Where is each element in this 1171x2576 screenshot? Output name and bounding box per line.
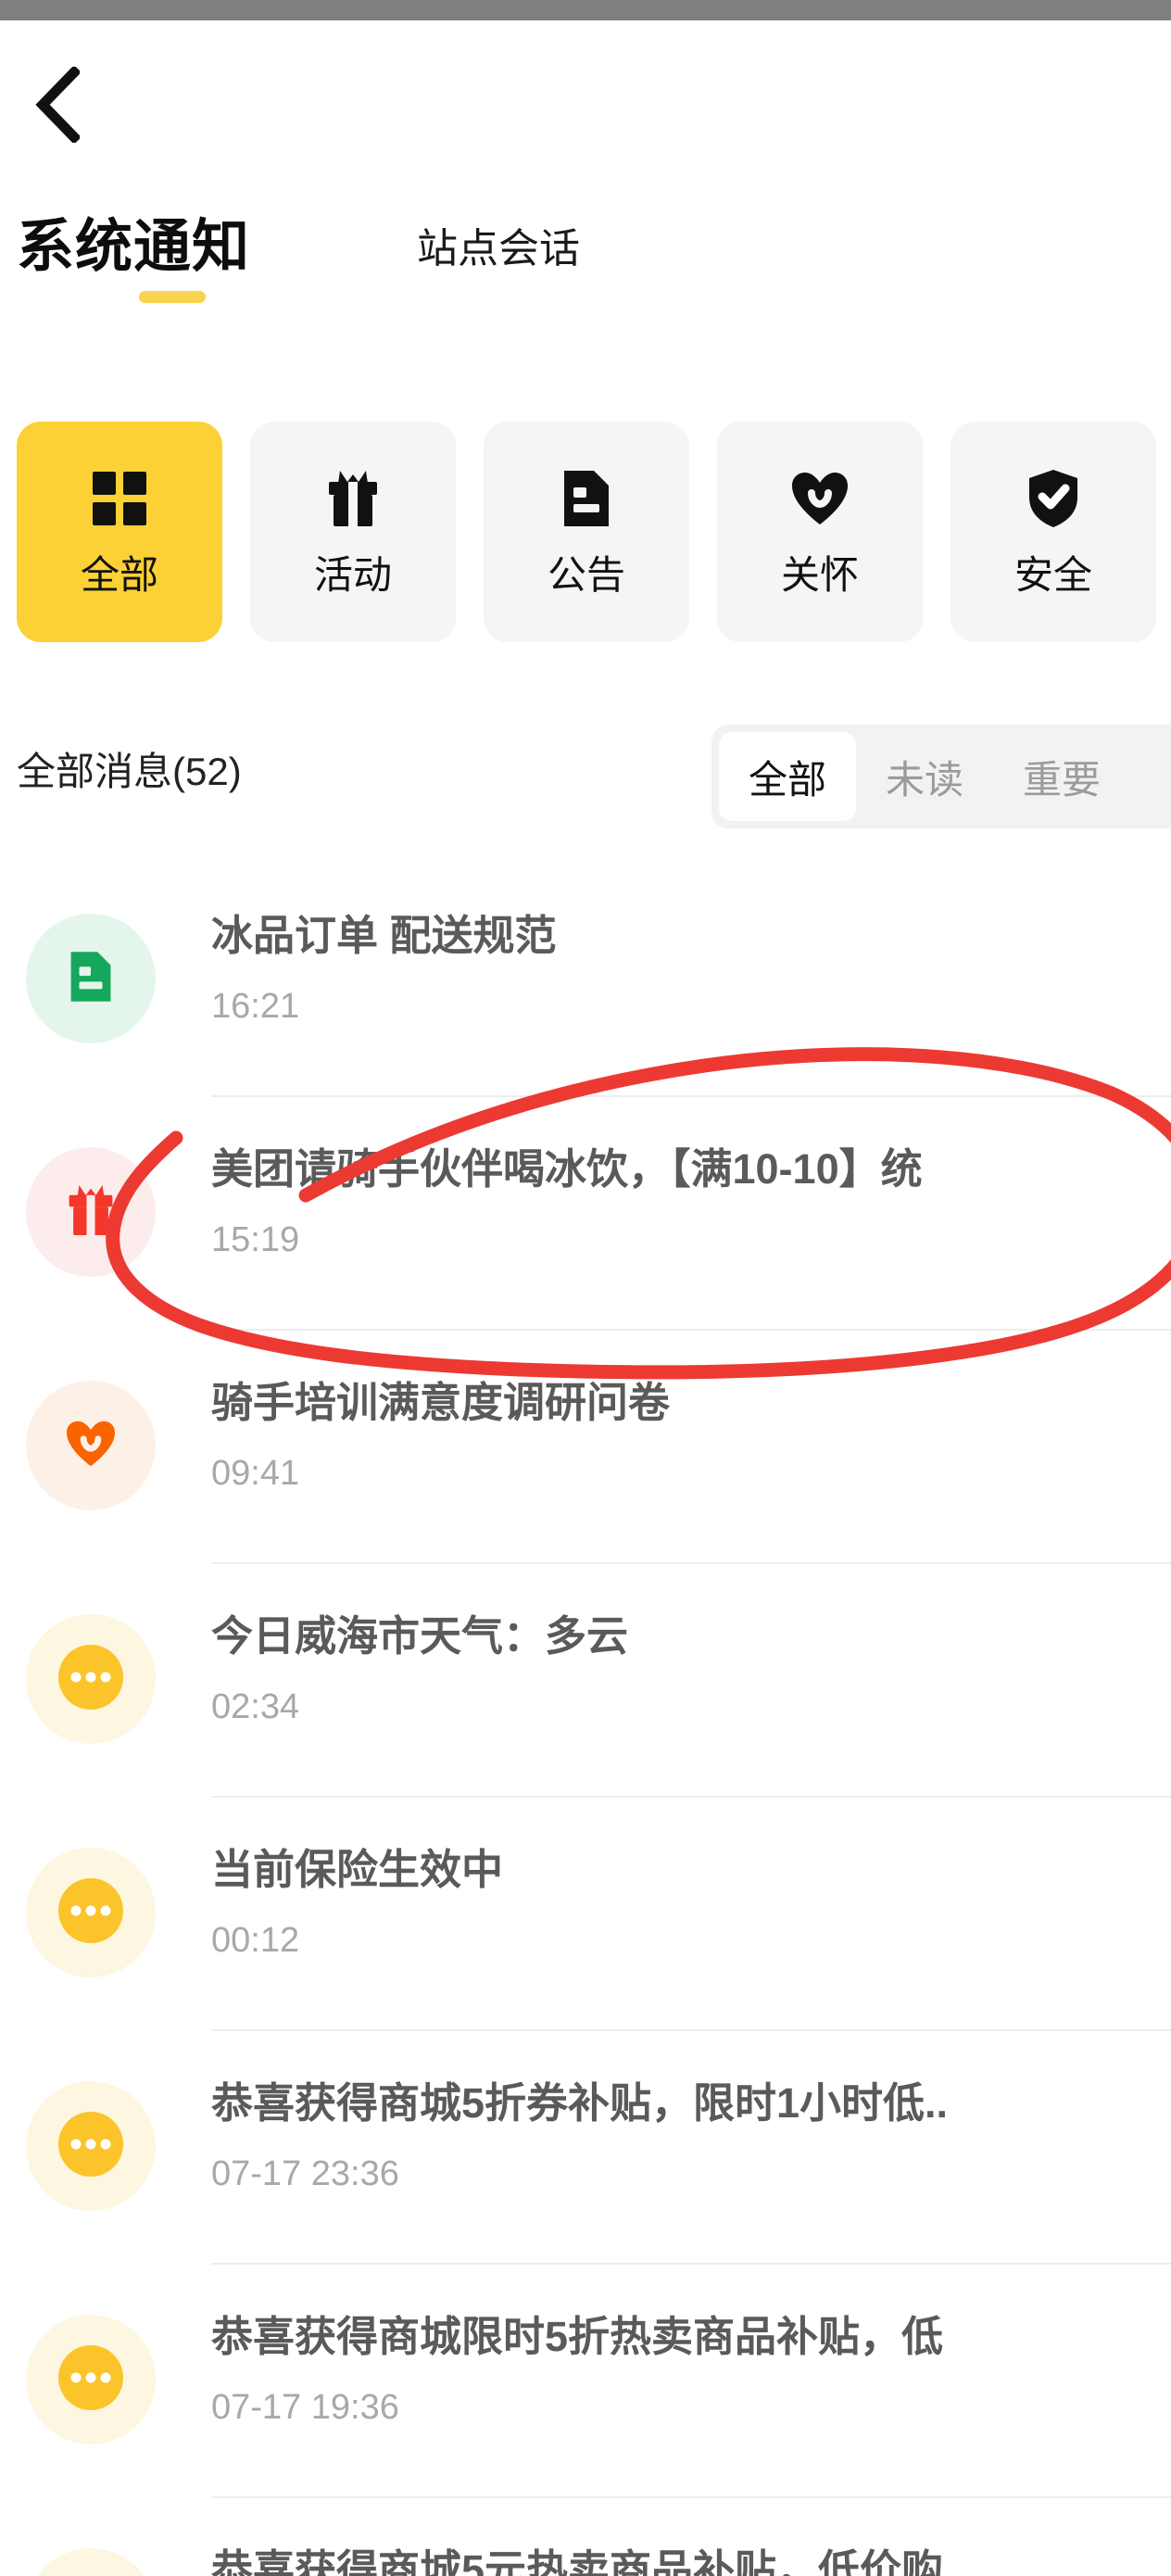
page-title[interactable]: 系统通知 (17, 211, 250, 284)
message-list: 冰品订单 配送规范 16:21 美团请骑手伙伴喝冰饮，【满10-10】统 15:… (0, 862, 1171, 2576)
row-divider (211, 2263, 1171, 2265)
heart-icon (65, 1420, 117, 1472)
list-item[interactable]: 冰品订单 配送规范 16:21 (0, 862, 1171, 1095)
avatar (26, 914, 156, 1043)
avatar (26, 1848, 156, 1977)
category-chip-all[interactable]: 全部 (17, 422, 222, 642)
category-chip-label: 安全 (1014, 553, 1092, 597)
notification-screen: 系统通知 站点会话 全部 活动 公告 关怀 安全 全部消息(52) 全部 未读 … (0, 0, 1171, 2576)
message-time: 00:12 (211, 1921, 300, 1960)
chevron-left-icon (33, 67, 80, 143)
avatar (26, 1381, 156, 1510)
list-item[interactable]: 恭喜获得商城5折券补贴，限时1小时低.. 07-17 23:36 (0, 2029, 1171, 2263)
avatar (26, 2548, 156, 2576)
ellipsis-circle-icon (57, 1643, 125, 1716)
row-divider (211, 2496, 1171, 2498)
row-divider (211, 1095, 1171, 1097)
back-button[interactable] (17, 65, 96, 145)
category-chip-label: 公告 (547, 553, 625, 597)
category-chip-activity[interactable]: 活动 (250, 422, 456, 642)
gift-icon (66, 1183, 116, 1242)
ellipsis-circle-icon (57, 1876, 125, 1950)
list-item[interactable]: 美团请骑手伙伴喝冰饮，【满10-10】统 15:19 (0, 1095, 1171, 1329)
category-chip-label: 全部 (80, 553, 158, 597)
list-item[interactable]: 恭喜获得商城限时5折热卖商品补贴，低 07-17 19:36 (0, 2263, 1171, 2496)
message-time: 09:41 (211, 1454, 300, 1493)
segment-important[interactable]: 重要 (993, 732, 1130, 821)
category-chip-security[interactable]: 安全 (951, 422, 1156, 642)
avatar (26, 1147, 156, 1277)
segment-all[interactable]: 全部 (719, 732, 857, 821)
list-item[interactable]: 骑手培训满意度调研问卷 09:41 (0, 1329, 1171, 1562)
row-divider (211, 1562, 1171, 1564)
avatar (26, 1614, 156, 1744)
message-title: 恭喜获得商城限时5折热卖商品补贴，低 (211, 2313, 944, 2360)
message-time: 15:19 (211, 1220, 300, 1259)
ellipsis-circle-icon (57, 2343, 125, 2417)
message-title: 恭喜获得商城5折券补贴，限时1小时低.. (211, 2079, 949, 2127)
category-chip-row[interactable]: 全部 活动 公告 关怀 安全 (0, 422, 1171, 644)
document-icon (68, 950, 114, 1008)
avatar (26, 2081, 156, 2211)
ellipsis-circle-icon (57, 2110, 125, 2183)
message-title: 今日威海市天气：多云 (211, 1612, 629, 1660)
message-time: 07-17 23:36 (211, 2154, 399, 2193)
segment-unread[interactable]: 未读 (856, 732, 993, 821)
list-item[interactable]: 恭喜获得商城5元热卖商品补贴，低价购 (0, 2496, 1171, 2576)
list-item[interactable]: 当前保险生效中 00:12 (0, 1796, 1171, 2029)
page-title-row: 系统通知 站点会话 (0, 211, 1171, 322)
message-title: 当前保险生效中 (211, 1846, 504, 1893)
navigation-bar (0, 20, 1171, 183)
system-status-bar (0, 0, 1171, 20)
filter-bar: 全部消息(52) 全部 未读 重要 (0, 713, 1171, 843)
page-title-underline (139, 291, 206, 303)
row-divider (211, 2029, 1171, 2031)
message-title: 骑手培训满意度调研问卷 (211, 1379, 671, 1426)
grid-icon (91, 465, 148, 532)
document-icon (560, 465, 612, 532)
read-state-segmented-control[interactable]: 全部 未读 重要 (711, 725, 1171, 828)
category-chip-care[interactable]: 关怀 (717, 422, 923, 642)
heart-icon (790, 465, 850, 532)
category-chip-announcement[interactable]: 公告 (484, 422, 689, 642)
avatar (26, 2315, 156, 2444)
category-chip-label: 关怀 (780, 553, 859, 597)
list-item[interactable]: 今日威海市天气：多云 02:34 (0, 1562, 1171, 1796)
message-title: 恭喜获得商城5元热卖商品补贴，低价购 (211, 2546, 944, 2576)
row-divider (211, 1796, 1171, 1798)
message-time: 07-17 19:36 (211, 2388, 399, 2427)
message-title: 冰品订单 配送规范 (211, 912, 557, 959)
row-divider (211, 1329, 1171, 1331)
category-chip-label: 活动 (313, 553, 392, 597)
message-time: 02:34 (211, 1687, 300, 1726)
message-count-label: 全部消息(52) (17, 750, 242, 793)
message-time: 16:21 (211, 987, 300, 1026)
shield-check-icon (1026, 465, 1080, 532)
tab-site-session[interactable]: 站点会话 (417, 219, 580, 280)
message-title: 美团请骑手伙伴喝冰饮，【满10-10】统 (211, 1145, 923, 1193)
gift-icon (325, 465, 381, 532)
